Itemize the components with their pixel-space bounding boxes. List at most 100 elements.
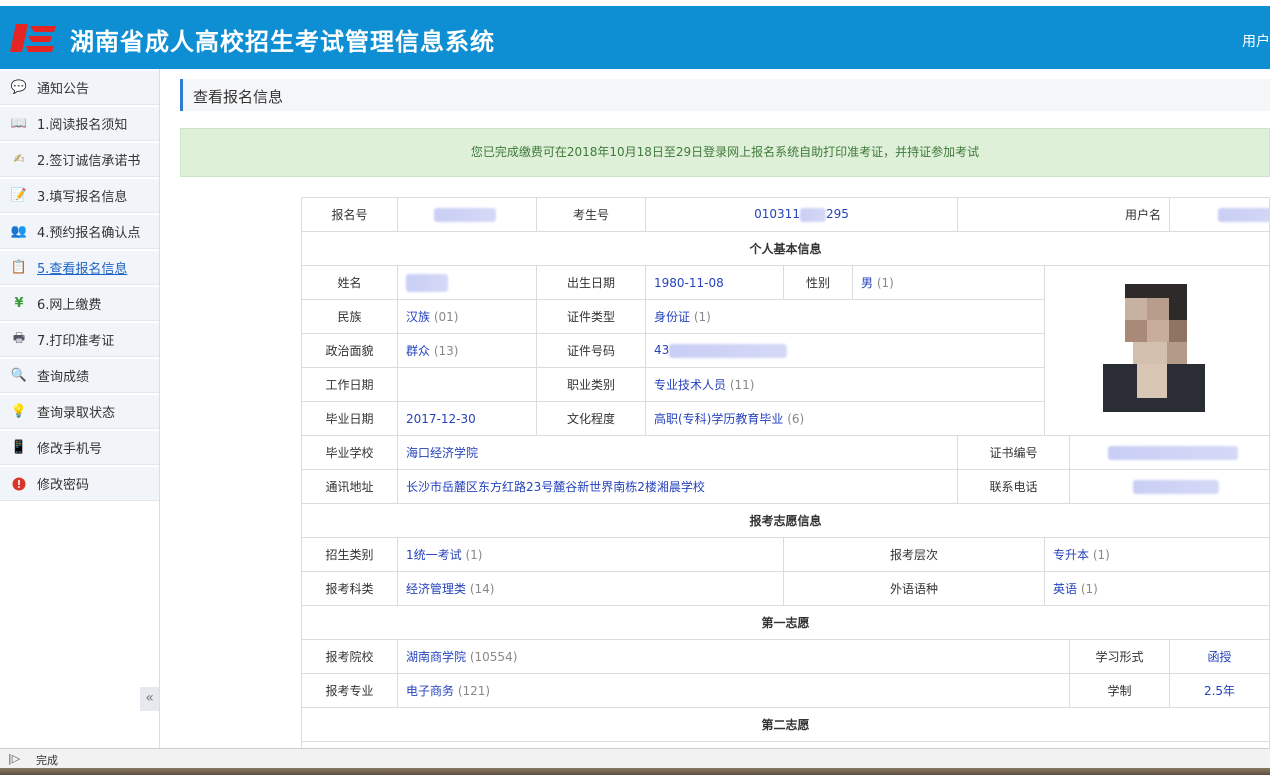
major-value: 电子商务 (121) xyxy=(396,673,1071,708)
page-title: 查看报名信息 xyxy=(193,88,284,106)
printer-icon: 🖶 xyxy=(12,330,26,346)
subject-value: 经济管理类 (14) xyxy=(397,571,784,606)
alert-icon xyxy=(10,476,28,492)
field-label: 报考院校 xyxy=(301,639,398,674)
field-label: 姓名 xyxy=(301,265,398,300)
field-label: 民族 xyxy=(301,299,398,334)
field-label: 证书编号 xyxy=(957,435,1071,470)
section-title: 第一志愿 xyxy=(300,605,1270,640)
sidebar-item-label: 修改密码 xyxy=(37,478,90,493)
field-label: 职业类别 xyxy=(536,367,646,402)
payment-notice: 您已完成缴费可在2018年10月18日至29日登录网上报名系统自助打印准考证，并… xyxy=(180,128,1270,177)
redacted-value xyxy=(1133,479,1220,494)
field-label: 招生类别 xyxy=(301,537,398,572)
study-form-value: 函授 xyxy=(1169,639,1270,674)
sidebar-item-change-phone[interactable]: 📱 修改手机号 xyxy=(0,431,159,465)
work-date-value xyxy=(397,367,537,402)
sidebar-item-online-pay[interactable]: ¥ 6.网上缴费 xyxy=(0,287,159,321)
table-row: 毕业学校 海口经济学院 证书编号 xyxy=(301,435,1270,470)
sidebar-item-sign-pledge[interactable]: ✍ 2.签订诚信承诺书 xyxy=(0,143,159,177)
politics-value: 群众 (13) xyxy=(397,333,537,368)
reg-no-value xyxy=(397,197,537,232)
section-title: 第二志愿 xyxy=(300,707,1270,742)
table-row: 招生类别 1统一考试 (1) 报考层次 专升本 (1) xyxy=(301,537,1270,572)
field-label: 毕业日期 xyxy=(301,401,398,436)
phone-value xyxy=(1069,469,1270,504)
sidebar-item-label: 查询录取状态 xyxy=(37,406,116,421)
clipboard-icon: 📋 xyxy=(10,260,28,275)
field-label: 学习形式 xyxy=(1069,639,1171,674)
sidebar-item-query-admission[interactable]: 💡 查询录取状态 xyxy=(0,395,159,429)
page-header: 查看报名信息 xyxy=(180,79,1270,111)
phone-icon: 📱 xyxy=(10,440,28,455)
sidebar-item-view-info[interactable]: 📋 5.查看报名信息 xyxy=(0,251,159,285)
collapse-sidebar-button[interactable]: « xyxy=(140,687,159,711)
section-title: 报考志愿信息 xyxy=(300,503,1270,538)
main-content: 查看报名信息 您已完成缴费可在2018年10月18日至29日登录网上报名系统自助… xyxy=(160,69,1270,748)
id-type-value: 身份证 (1) xyxy=(644,299,1046,334)
sidebar-item-label: 查询成绩 xyxy=(37,370,90,385)
field-label: 工作日期 xyxy=(301,367,398,402)
yen-icon: ¥ xyxy=(14,296,24,311)
table-row: 第一志愿 xyxy=(300,605,1270,640)
sidebar-item-fill-info[interactable]: 📝 3.填写报名信息 xyxy=(0,179,159,213)
cert-no-value xyxy=(1069,435,1270,470)
table-row: 报考科类 经济管理类 (14) 外语语种 英语 (1) xyxy=(301,571,1270,606)
logo-icon xyxy=(10,24,56,52)
registration-info-table: 报名号 考生号 010311 295 用户名 个人基本信息 姓名 出生日期 198… xyxy=(300,197,1270,748)
sidebar-item-label: 7.打印准考证 xyxy=(37,334,115,349)
field-label: 证件类型 xyxy=(536,299,646,334)
sidebar-item-label: 6.网上缴费 xyxy=(37,298,102,313)
header-bar: 湖南省成人高校招生考试管理信息系统 用户 xyxy=(0,6,1270,69)
field-label: 文化程度 xyxy=(536,401,646,436)
sidebar-item-read-notice[interactable]: 📖 1.阅读报名须知 xyxy=(0,107,159,141)
sidebar-item-query-score[interactable]: 🔍 查询成绩 xyxy=(0,359,159,393)
sidebar-item-label: 2.签订诚信承诺书 xyxy=(37,154,141,169)
name-value xyxy=(397,265,537,300)
signing-icon: ✍ xyxy=(13,152,25,167)
field-label: 学制 xyxy=(1069,673,1171,708)
edit-form-icon: 📝 xyxy=(10,188,28,203)
lightbulb-icon: 💡 xyxy=(10,404,28,419)
sidebar-item-print-ticket[interactable]: 🖶 7.打印准考证 xyxy=(0,323,159,357)
sidebar-item-change-password[interactable]: 修改密码 xyxy=(0,467,159,501)
field-label: 报考科类 xyxy=(301,571,398,606)
sidebar-item-label: 4.预约报名确认点 xyxy=(37,226,141,241)
grad-date-value: 2017-12-30 xyxy=(397,401,537,436)
exam-no-value: 010311 295 xyxy=(644,197,959,232)
sidebar-item-label: 1.阅读报名须知 xyxy=(37,118,128,133)
id-no-value: 43 xyxy=(644,333,1046,368)
gender-value: 男 (1) xyxy=(851,265,1046,300)
field-label: 出生日期 xyxy=(536,265,646,300)
applicant-photo xyxy=(1103,284,1205,412)
sidebar-item-label: 5.查看报名信息 xyxy=(37,262,128,277)
speech-bubble-icon: 💬 xyxy=(10,80,28,95)
field-label: 性别 xyxy=(783,265,853,300)
field-label: 通讯地址 xyxy=(301,469,398,504)
table-row: 个人基本信息 xyxy=(300,231,1270,266)
field-label: 联系电话 xyxy=(957,469,1071,504)
sidebar-item-notices[interactable]: 💬 通知公告 xyxy=(0,71,159,105)
field-label: 报名号 xyxy=(301,197,398,232)
field-label: 外语语种 xyxy=(782,571,1046,606)
field-label: 报考层次 xyxy=(782,537,1046,572)
field-label: 报考专业 xyxy=(301,673,398,708)
play-icon: |▷ xyxy=(8,752,21,765)
table-row: 第二志愿 xyxy=(300,707,1270,742)
sidebar-item-label: 通知公告 xyxy=(37,82,90,97)
table-row: 报考专业 电子商务 (121) 学制 2.5年 xyxy=(301,673,1270,708)
table-row: 报考志愿信息 xyxy=(300,503,1270,538)
sidebar-item-book-confirm[interactable]: 👥 4.预约报名确认点 xyxy=(0,215,159,249)
address-value: 长沙市岳麓区东方红路23号麓谷新世界南栋2楼湘晨学校 xyxy=(396,469,959,504)
language-value: 英语 (1) xyxy=(1044,571,1270,606)
job-type-value: 专业技术人员 (11) xyxy=(644,367,1046,402)
grad-school-value: 海口经济学院 xyxy=(396,435,959,470)
redacted-value xyxy=(1218,207,1269,222)
level-value: 专升本 (1) xyxy=(1044,537,1270,572)
duration-value: 2.5年 xyxy=(1169,673,1270,708)
table-row: 通讯地址 长沙市岳麓区东方红路23号麓谷新世界南栋2楼湘晨学校 联系电话 xyxy=(301,469,1270,504)
birth-value: 1980-11-08 xyxy=(645,265,784,300)
people-icon: 👥 xyxy=(10,224,28,239)
enroll-type-value: 1统一考试 (1) xyxy=(397,537,784,572)
user-label[interactable]: 用户 xyxy=(1242,31,1270,51)
